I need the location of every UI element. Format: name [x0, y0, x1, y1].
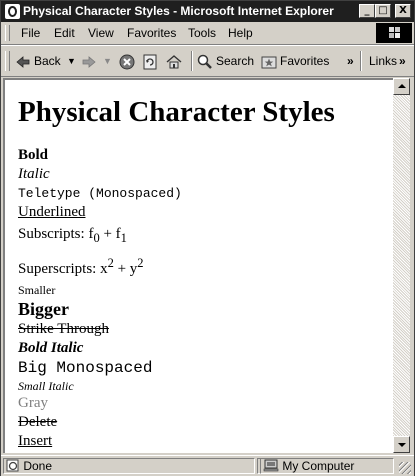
- menu-edit[interactable]: Edit: [54, 26, 75, 40]
- toolbar-separator: [191, 51, 193, 71]
- ie-app-icon[interactable]: [5, 4, 20, 19]
- browser-window: Physical Character Styles - Microsoft In…: [0, 0, 415, 476]
- standard-toolbar: Back ▼ ▼ Search Favorites » Links »: [1, 45, 414, 77]
- title-bar[interactable]: Physical Character Styles - Microsoft In…: [1, 1, 414, 22]
- forward-button[interactable]: [81, 51, 100, 71]
- back-arrow-icon: [16, 55, 30, 68]
- bold-text: Bold: [18, 147, 49, 163]
- subscripts-label: Subscripts:: [18, 226, 89, 242]
- links-button[interactable]: Links: [369, 51, 397, 71]
- toolbar-grip[interactable]: [5, 51, 10, 71]
- security-zone-pane: My Computer: [260, 458, 394, 474]
- menu-view[interactable]: View: [88, 26, 114, 40]
- status-bar: Done My Computer: [1, 455, 414, 476]
- forward-arrow-icon: [82, 55, 96, 68]
- menu-tools[interactable]: Tools: [188, 26, 216, 40]
- scroll-up-button[interactable]: [393, 78, 410, 95]
- search-label: Search: [216, 54, 255, 68]
- delete-text: Delete: [18, 414, 58, 430]
- favorites-button[interactable]: Favorites: [261, 51, 329, 71]
- security-zone-label: My Computer: [282, 459, 355, 473]
- page-done-icon: [6, 459, 19, 472]
- page-viewport: Physical Character Styles Bold Italic Te…: [3, 78, 393, 453]
- toolbar-overflow-chevron-icon[interactable]: »: [347, 51, 354, 71]
- menu-favorites[interactable]: Favorites: [127, 26, 176, 40]
- menu-help[interactable]: Help: [228, 26, 253, 40]
- my-computer-icon: [263, 459, 279, 472]
- home-icon: [166, 54, 182, 69]
- page-body: Physical Character Styles Bold Italic Te…: [18, 96, 335, 451]
- status-text-pane: Done: [3, 458, 255, 474]
- insert-text: Insert: [18, 433, 53, 449]
- superscripts-line: Superscripts: x2 + y2: [18, 251, 335, 282]
- vertical-scrollbar[interactable]: [393, 78, 410, 453]
- underlined-text: Underlined: [18, 204, 86, 220]
- subscripts-line: Subscripts: f0 + f1: [18, 222, 335, 251]
- minimize-button[interactable]: _: [359, 4, 375, 18]
- close-button[interactable]: X: [395, 4, 411, 18]
- smaller-text: Smaller: [18, 283, 56, 297]
- gray-text: Gray: [18, 395, 48, 411]
- italic-text: Italic: [18, 166, 50, 182]
- refresh-icon: [143, 54, 157, 70]
- scroll-down-button[interactable]: [393, 436, 410, 453]
- big-monospaced-text: Big Monospaced: [18, 359, 153, 377]
- menu-grip[interactable]: [5, 25, 10, 41]
- superscript-operator: +: [113, 261, 130, 277]
- status-text: Done: [23, 459, 53, 473]
- favorites-label: Favorites: [280, 54, 330, 68]
- menu-bar: File Edit View Favorites Tools Help: [1, 22, 414, 45]
- resize-grip-icon[interactable]: [399, 462, 411, 474]
- stop-icon: [119, 54, 135, 70]
- superscript-2: 2: [137, 256, 144, 270]
- subscript-2: 1: [120, 231, 127, 245]
- menu-file[interactable]: File: [21, 26, 40, 40]
- window-title: Physical Character Styles - Microsoft In…: [23, 4, 334, 18]
- back-button[interactable]: Back: [15, 51, 61, 71]
- links-separator: [360, 51, 362, 71]
- bold-italic-text: Bold Italic: [18, 340, 84, 356]
- refresh-button[interactable]: [142, 51, 161, 71]
- strike-through-text: Strike Through: [18, 321, 109, 337]
- home-button[interactable]: [166, 51, 185, 71]
- teletype-text: Teletype (Monospaced): [18, 186, 182, 201]
- favorites-star-icon: [261, 56, 277, 69]
- stop-button[interactable]: [119, 51, 138, 71]
- search-button[interactable]: Search: [197, 51, 254, 71]
- maximize-button[interactable]: □: [375, 4, 391, 18]
- back-label: Back: [34, 54, 61, 68]
- superscript-base-1: x: [100, 261, 108, 277]
- windows-logo-icon: [376, 23, 412, 43]
- search-icon: [197, 54, 212, 69]
- back-dropdown-icon[interactable]: ▼: [67, 51, 76, 71]
- page-title: Physical Character Styles: [18, 96, 335, 128]
- links-overflow-chevron-icon[interactable]: »: [399, 51, 406, 71]
- forward-dropdown-icon[interactable]: ▼: [103, 51, 112, 71]
- superscripts-label: Superscripts:: [18, 261, 101, 277]
- bigger-text: Bigger: [18, 299, 69, 319]
- subscript-operator: +: [99, 226, 116, 242]
- small-italic-text: Small Italic: [18, 379, 74, 393]
